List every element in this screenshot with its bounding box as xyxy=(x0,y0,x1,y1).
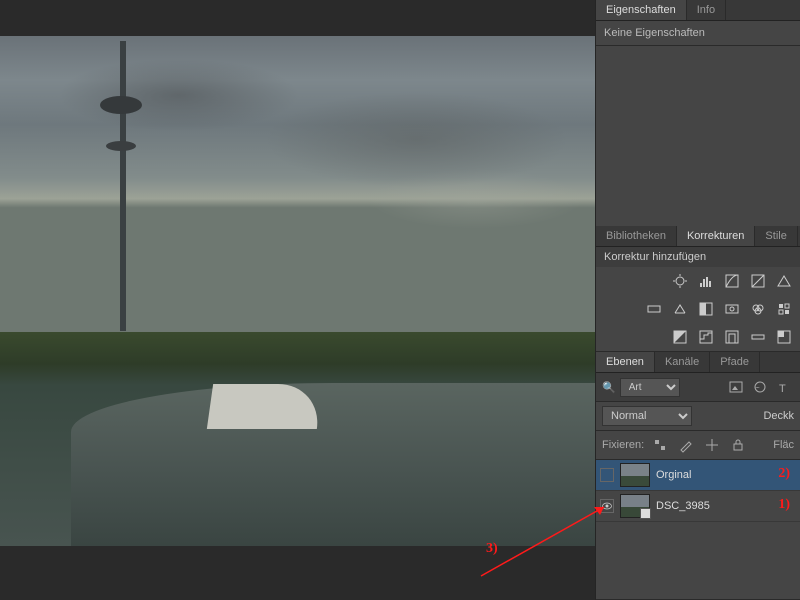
visibility-toggle[interactable] xyxy=(600,499,614,513)
posterize-icon[interactable] xyxy=(696,327,716,347)
hue-sat-icon[interactable] xyxy=(644,299,664,319)
exposure-icon[interactable] xyxy=(748,271,768,291)
color-lookup-icon[interactable] xyxy=(774,299,794,319)
filter-type-icon[interactable]: T xyxy=(774,377,794,397)
tab-info[interactable]: Info xyxy=(687,0,726,20)
search-icon: 🔍 xyxy=(602,381,616,394)
filter-adjust-icon[interactable] xyxy=(750,377,770,397)
threshold-icon[interactable] xyxy=(722,327,742,347)
svg-text:T: T xyxy=(779,383,786,395)
layer-thumbnail[interactable] xyxy=(620,494,650,518)
gradient-map-icon[interactable] xyxy=(748,327,768,347)
layer-thumbnail[interactable] xyxy=(620,463,650,487)
annotation-marker-1: 1) xyxy=(778,497,790,513)
tab-channels[interactable]: Kanäle xyxy=(655,352,710,372)
invert-icon[interactable] xyxy=(670,327,690,347)
tab-properties[interactable]: Eigenschaften xyxy=(596,0,687,20)
color-balance-icon[interactable] xyxy=(670,299,690,319)
brightness-contrast-icon[interactable] xyxy=(670,271,690,291)
tab-paths[interactable]: Pfade xyxy=(710,352,760,372)
layer-filter-select[interactable]: Art xyxy=(620,378,680,397)
tab-layers[interactable]: Ebenen xyxy=(596,352,655,372)
layer-row[interactable]: DSC_3985 1) 3) xyxy=(596,491,800,522)
layer-name[interactable]: DSC_3985 xyxy=(656,500,710,512)
tab-adjustments[interactable]: Korrekturen xyxy=(677,226,755,246)
adjustments-header: Korrektur hinzufügen xyxy=(596,247,800,267)
blend-mode-select[interactable]: Normal xyxy=(602,406,692,426)
fill-label: Fläc xyxy=(773,439,794,451)
adjustments-panel: Bibliotheken Korrekturen Stile Korrektur… xyxy=(596,226,800,352)
lock-position-icon[interactable] xyxy=(702,435,722,455)
lock-transparency-icon[interactable] xyxy=(650,435,670,455)
lock-all-icon[interactable] xyxy=(728,435,748,455)
properties-body: Keine Eigenschaften xyxy=(596,21,800,45)
lock-pixels-icon[interactable] xyxy=(676,435,696,455)
layer-name[interactable]: Orginal xyxy=(656,469,691,481)
levels-icon[interactable] xyxy=(696,271,716,291)
bw-icon[interactable] xyxy=(696,299,716,319)
curves-icon[interactable] xyxy=(722,271,742,291)
visibility-toggle[interactable] xyxy=(600,468,614,482)
photo-filter-icon[interactable] xyxy=(722,299,742,319)
layers-panel: Ebenen Kanäle Pfade 🔍 Art T Normal Deck xyxy=(596,352,800,600)
canvas-area[interactable] xyxy=(0,0,595,600)
vibrance-icon[interactable] xyxy=(774,271,794,291)
selective-color-icon[interactable] xyxy=(774,327,794,347)
properties-panel: Eigenschaften Info Keine Eigenschaften xyxy=(596,0,800,46)
lock-label: Fixieren: xyxy=(602,439,644,451)
annotation-marker-2: 2) xyxy=(778,466,790,482)
layer-row[interactable]: Orginal 2) xyxy=(596,460,800,491)
channel-mixer-icon[interactable] xyxy=(748,299,768,319)
opacity-label: Deckk xyxy=(763,410,794,422)
filter-image-icon[interactable] xyxy=(726,377,746,397)
tab-libraries[interactable]: Bibliotheken xyxy=(596,226,677,246)
tab-styles[interactable]: Stile xyxy=(755,226,797,246)
eye-icon xyxy=(601,500,613,512)
document-canvas[interactable] xyxy=(0,36,595,546)
